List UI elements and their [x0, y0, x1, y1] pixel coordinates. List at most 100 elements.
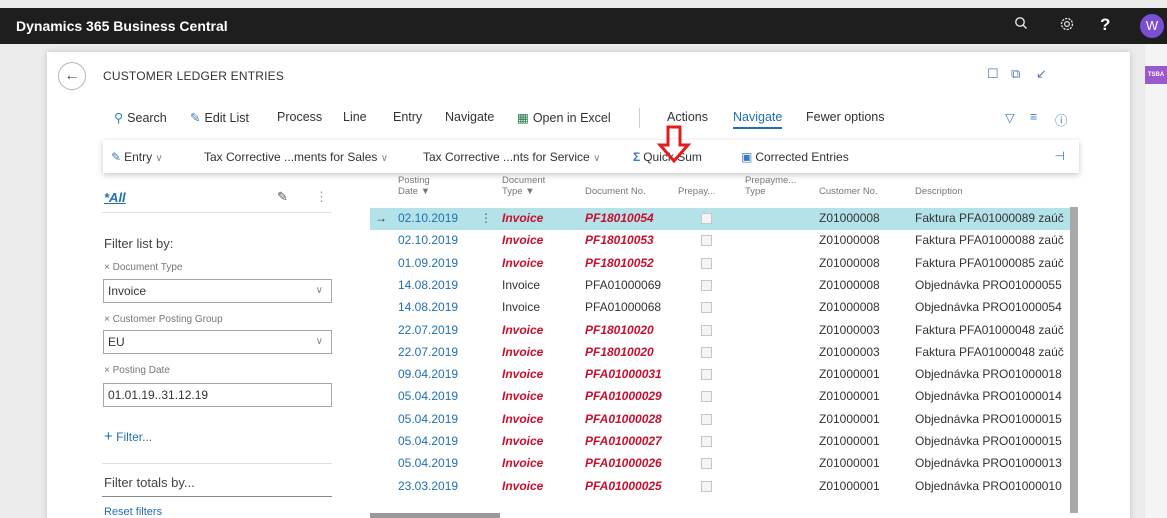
table-row[interactable]: 09.04.2019 Invoice PFA01000031 Z01000001 Obj…: [370, 364, 1070, 386]
customer-no-cell: Z01000008: [819, 300, 880, 315]
row-actions-icon[interactable]: ⋮: [480, 211, 492, 225]
table-row[interactable]: 22.07.2019 Invoice PF18010020 Z01000003 Fakt…: [370, 320, 1070, 342]
document-no-cell: PFA01000031: [585, 367, 662, 382]
tax-corrective-sales-menu[interactable]: Tax Corrective ...ments for Sales ∨: [204, 150, 388, 164]
table-row[interactable]: 02.10.2019 Invoice PF18010053 Z01000008 Fakt…: [370, 230, 1070, 252]
col-header-document-no[interactable]: Document No.: [585, 186, 646, 197]
entry-submenu[interactable]: ✎ Entry ∨: [111, 150, 163, 164]
table-row[interactable]: 22.07.2019 Invoice PF18010020 Z01000003 Fakt…: [370, 342, 1070, 364]
posting-date-link[interactable]: 02.10.2019: [398, 233, 458, 247]
document-type-cell: Invoice: [502, 322, 544, 337]
col-header-posting-date[interactable]: Posting Date ▼: [398, 175, 430, 197]
posting-date-link[interactable]: 22.07.2019: [398, 345, 458, 359]
table-row[interactable]: → ⋮ 02.10.2019 Invoice PF18010054 Z01000008 Fa…: [370, 208, 1070, 230]
list-view-icon[interactable]: ≡: [1030, 110, 1037, 124]
prepayment-checkbox: [701, 346, 712, 358]
more-options-icon[interactable]: ⋮: [315, 189, 328, 205]
sum-icon: Σ: [633, 150, 641, 164]
divider: [639, 108, 640, 128]
reset-filters-link[interactable]: Reset filters: [104, 506, 162, 518]
table-row[interactable]: 05.04.2019 Invoice PFA01000029 Z01000001 Obj…: [370, 386, 1070, 408]
description-cell: Faktura PFA01000048 zaúč: [915, 322, 1064, 337]
horizontal-scrollbar[interactable]: [370, 513, 500, 518]
posting-date-link[interactable]: 14.08.2019: [398, 300, 458, 314]
prepayment-checkbox: [701, 413, 712, 425]
bookmark-icon[interactable]: ☐: [987, 66, 999, 82]
help-icon[interactable]: ?: [1100, 15, 1110, 35]
table-row[interactable]: 14.08.2019 Invoice PFA01000068 Z01000008 Obj…: [370, 297, 1070, 319]
table-row[interactable]: 05.04.2019 Invoice PFA01000026 Z01000001 Obj…: [370, 453, 1070, 475]
posting-date-link[interactable]: 05.04.2019: [398, 456, 458, 470]
side-tab[interactable]: TSBA: [1145, 66, 1167, 84]
col-header-prepayment-type[interactable]: Prepayme... Type: [745, 175, 796, 197]
navigate-tab[interactable]: Navigate: [733, 110, 783, 129]
line-menu[interactable]: Line: [343, 110, 367, 124]
corrected-entries-button[interactable]: ▣ Corrected Entries: [741, 150, 849, 164]
col-header-description[interactable]: Description: [915, 186, 963, 197]
posting-date-filter-value: 01.01.19..31.12.19: [108, 388, 209, 402]
posting-date-link[interactable]: 05.04.2019: [398, 412, 458, 426]
posting-date-link[interactable]: 02.10.2019: [398, 211, 458, 225]
search-button[interactable]: ⚲ Search: [114, 110, 167, 125]
cpg-filter-value: EU: [108, 335, 125, 349]
excel-icon: ▦: [517, 111, 529, 125]
description-cell: Faktura PFA01000088 zaúč: [915, 233, 1064, 248]
chevron-down-icon: ∨: [315, 285, 323, 296]
col-header-customer-no[interactable]: Customer No.: [819, 186, 878, 197]
col-header-text: Date: [398, 186, 419, 197]
description-cell: Objednávka PRO01000014: [915, 389, 1062, 404]
posting-date-link[interactable]: 22.07.2019: [398, 323, 458, 337]
entry-submenu-label: Entry: [124, 150, 153, 164]
search-icon[interactable]: [1011, 16, 1031, 36]
view-all[interactable]: *All: [104, 190, 126, 205]
document-no-cell: PF18010020: [585, 322, 654, 337]
document-type-cell: Invoice: [502, 344, 544, 359]
posting-date-link[interactable]: 05.04.2019: [398, 434, 458, 448]
add-filter-button[interactable]: + Filter...: [104, 428, 152, 445]
table-row[interactable]: 05.04.2019 Invoice PFA01000027 Z01000001 Obj…: [370, 431, 1070, 453]
doc-type-filter-label[interactable]: × Document Type: [104, 262, 182, 273]
table-row[interactable]: 23.03.2019 Invoice PFA01000025 Z01000001 Obj…: [370, 476, 1070, 498]
edit-list-button[interactable]: ✎ Edit List: [190, 110, 249, 125]
tax-corrective-service-menu[interactable]: Tax Corrective ...nts for Service ∨: [423, 150, 600, 164]
open-new-window-icon[interactable]: ⧉: [1011, 66, 1020, 82]
prepayment-checkbox: [701, 324, 712, 336]
actions-menu[interactable]: Actions: [667, 110, 708, 124]
collapse-icon[interactable]: ↙: [1036, 66, 1047, 82]
document-no-cell: PFA01000028: [585, 411, 662, 426]
process-menu[interactable]: Process: [277, 110, 322, 124]
info-icon[interactable]: ⓘ: [1055, 110, 1068, 129]
filter-icon[interactable]: ▽: [1005, 110, 1015, 125]
divider: [102, 212, 332, 213]
posting-date-link[interactable]: 23.03.2019: [398, 479, 458, 493]
posting-date-link[interactable]: 09.04.2019: [398, 367, 458, 381]
description-cell: Objednávka PRO01000055: [915, 277, 1062, 292]
gear-icon[interactable]: [1057, 16, 1077, 36]
app-header: Dynamics 365 Business Central ? W: [0, 8, 1167, 44]
col-header-document-type[interactable]: Document Type ▼: [502, 175, 545, 197]
app-title[interactable]: Dynamics 365 Business Central: [16, 18, 228, 34]
col-header-prepayment[interactable]: Prepay...: [678, 186, 715, 197]
open-in-excel-button[interactable]: ▦ Open in Excel: [517, 110, 611, 125]
chevron-down-icon: ∨: [155, 153, 163, 164]
table-row[interactable]: 05.04.2019 Invoice PFA01000028 Z01000001 Obj…: [370, 409, 1070, 431]
posting-date-link[interactable]: 05.04.2019: [398, 389, 458, 403]
navigate-menu[interactable]: Navigate: [445, 110, 494, 124]
table-row[interactable]: 14.08.2019 Invoice PFA01000069 Z01000008 Obj…: [370, 275, 1070, 297]
fewer-options-button[interactable]: Fewer options: [806, 110, 885, 124]
cpg-filter-field[interactable]: EU ∨: [103, 330, 332, 354]
table-row[interactable]: 01.09.2019 Invoice PF18010052 Z01000008 Fakt…: [370, 253, 1070, 275]
entry-menu[interactable]: Entry: [393, 110, 422, 124]
customer-no-cell: Z01000001: [819, 367, 880, 382]
cpg-filter-label[interactable]: × Customer Posting Group: [104, 314, 223, 325]
posting-date-link[interactable]: 14.08.2019: [398, 278, 458, 292]
edit-view-icon[interactable]: ✎: [277, 189, 288, 205]
vertical-scrollbar[interactable]: [1070, 207, 1078, 513]
posting-date-link[interactable]: 01.09.2019: [398, 256, 458, 270]
posting-date-filter-label[interactable]: × Posting Date: [104, 365, 170, 376]
back-button[interactable]: ←: [58, 62, 86, 90]
avatar[interactable]: W: [1140, 14, 1164, 38]
pin-icon[interactable]: ⊣: [1055, 149, 1065, 163]
posting-date-filter-field[interactable]: 01.01.19..31.12.19: [103, 383, 332, 407]
doc-type-filter-field[interactable]: Invoice ∨: [103, 279, 332, 303]
